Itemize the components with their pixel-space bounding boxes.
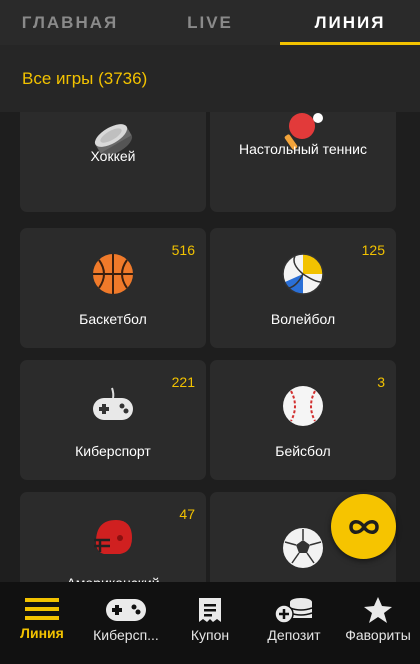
basketball-icon: [93, 254, 133, 294]
menu-lines-icon: [25, 598, 59, 620]
nav-esports[interactable]: Киберсп...: [84, 582, 168, 664]
nav-deposit[interactable]: Депозит: [252, 582, 336, 664]
volleyball-icon: [282, 253, 324, 295]
nav-favorites[interactable]: Фавориты: [336, 582, 420, 664]
sport-card-esports[interactable]: 221 Киберспорт: [20, 360, 206, 480]
baseball-icon: [283, 386, 323, 426]
nav-label: Фавориты: [345, 627, 411, 643]
tab-main[interactable]: ГЛАВНАЯ: [0, 0, 140, 45]
sport-name: Киберспорт: [75, 443, 151, 459]
sport-name: Американский: [20, 574, 206, 582]
nav-label: Киберсп...: [93, 627, 159, 643]
sport-card-american-football[interactable]: 47 Американский: [20, 492, 206, 582]
sport-card-volleyball[interactable]: 125 Волейбол: [210, 228, 396, 348]
coupon-icon: [199, 598, 221, 622]
sport-card-baseball[interactable]: 3 Бейсбол: [210, 360, 396, 480]
nav-label: Линия: [20, 625, 64, 641]
sport-card-basketball[interactable]: 516 Баскетбол: [20, 228, 206, 348]
sport-name: Хоккей: [90, 148, 136, 164]
nav-coupon[interactable]: Купон: [168, 582, 252, 664]
event-count: 221: [171, 374, 195, 390]
star-icon: [364, 597, 392, 623]
gamepad-icon: [93, 387, 133, 420]
games-filter-label: Все игры (3736): [22, 68, 148, 88]
sport-name: Настольный теннис: [239, 141, 367, 157]
event-count: 516: [171, 242, 195, 258]
gamepad-icon: [106, 599, 146, 621]
football-helmet-icon: [94, 520, 132, 554]
sport-card-table-tennis[interactable]: Настольный теннис: [210, 112, 396, 212]
sport-name: Волейбол: [270, 311, 336, 327]
nav-label: Депозит: [267, 627, 321, 643]
infinity-icon: [348, 519, 379, 534]
event-count: 47: [179, 506, 195, 522]
sport-card-hockey[interactable]: Хоккей: [20, 112, 206, 212]
event-count: 3: [377, 374, 385, 390]
nav-line[interactable]: Линия: [0, 582, 84, 664]
express-fab[interactable]: [331, 494, 396, 559]
tab-line[interactable]: ЛИНИЯ: [280, 0, 420, 45]
top-tabs: ГЛАВНАЯ LIVE ЛИНИЯ: [0, 0, 420, 45]
coins-icon: [274, 598, 313, 624]
games-filter[interactable]: Все игры (3736): [0, 45, 420, 112]
bottom-nav: Линия Киберсп... Купон Депозит Фавориты: [0, 582, 420, 664]
sport-name: Баскетбол: [79, 311, 147, 327]
tab-live[interactable]: LIVE: [140, 0, 280, 45]
event-count: 125: [361, 242, 385, 258]
nav-label: Купон: [190, 627, 230, 643]
sport-name: Бейсбол: [275, 443, 331, 459]
handball-icon: [283, 528, 323, 568]
